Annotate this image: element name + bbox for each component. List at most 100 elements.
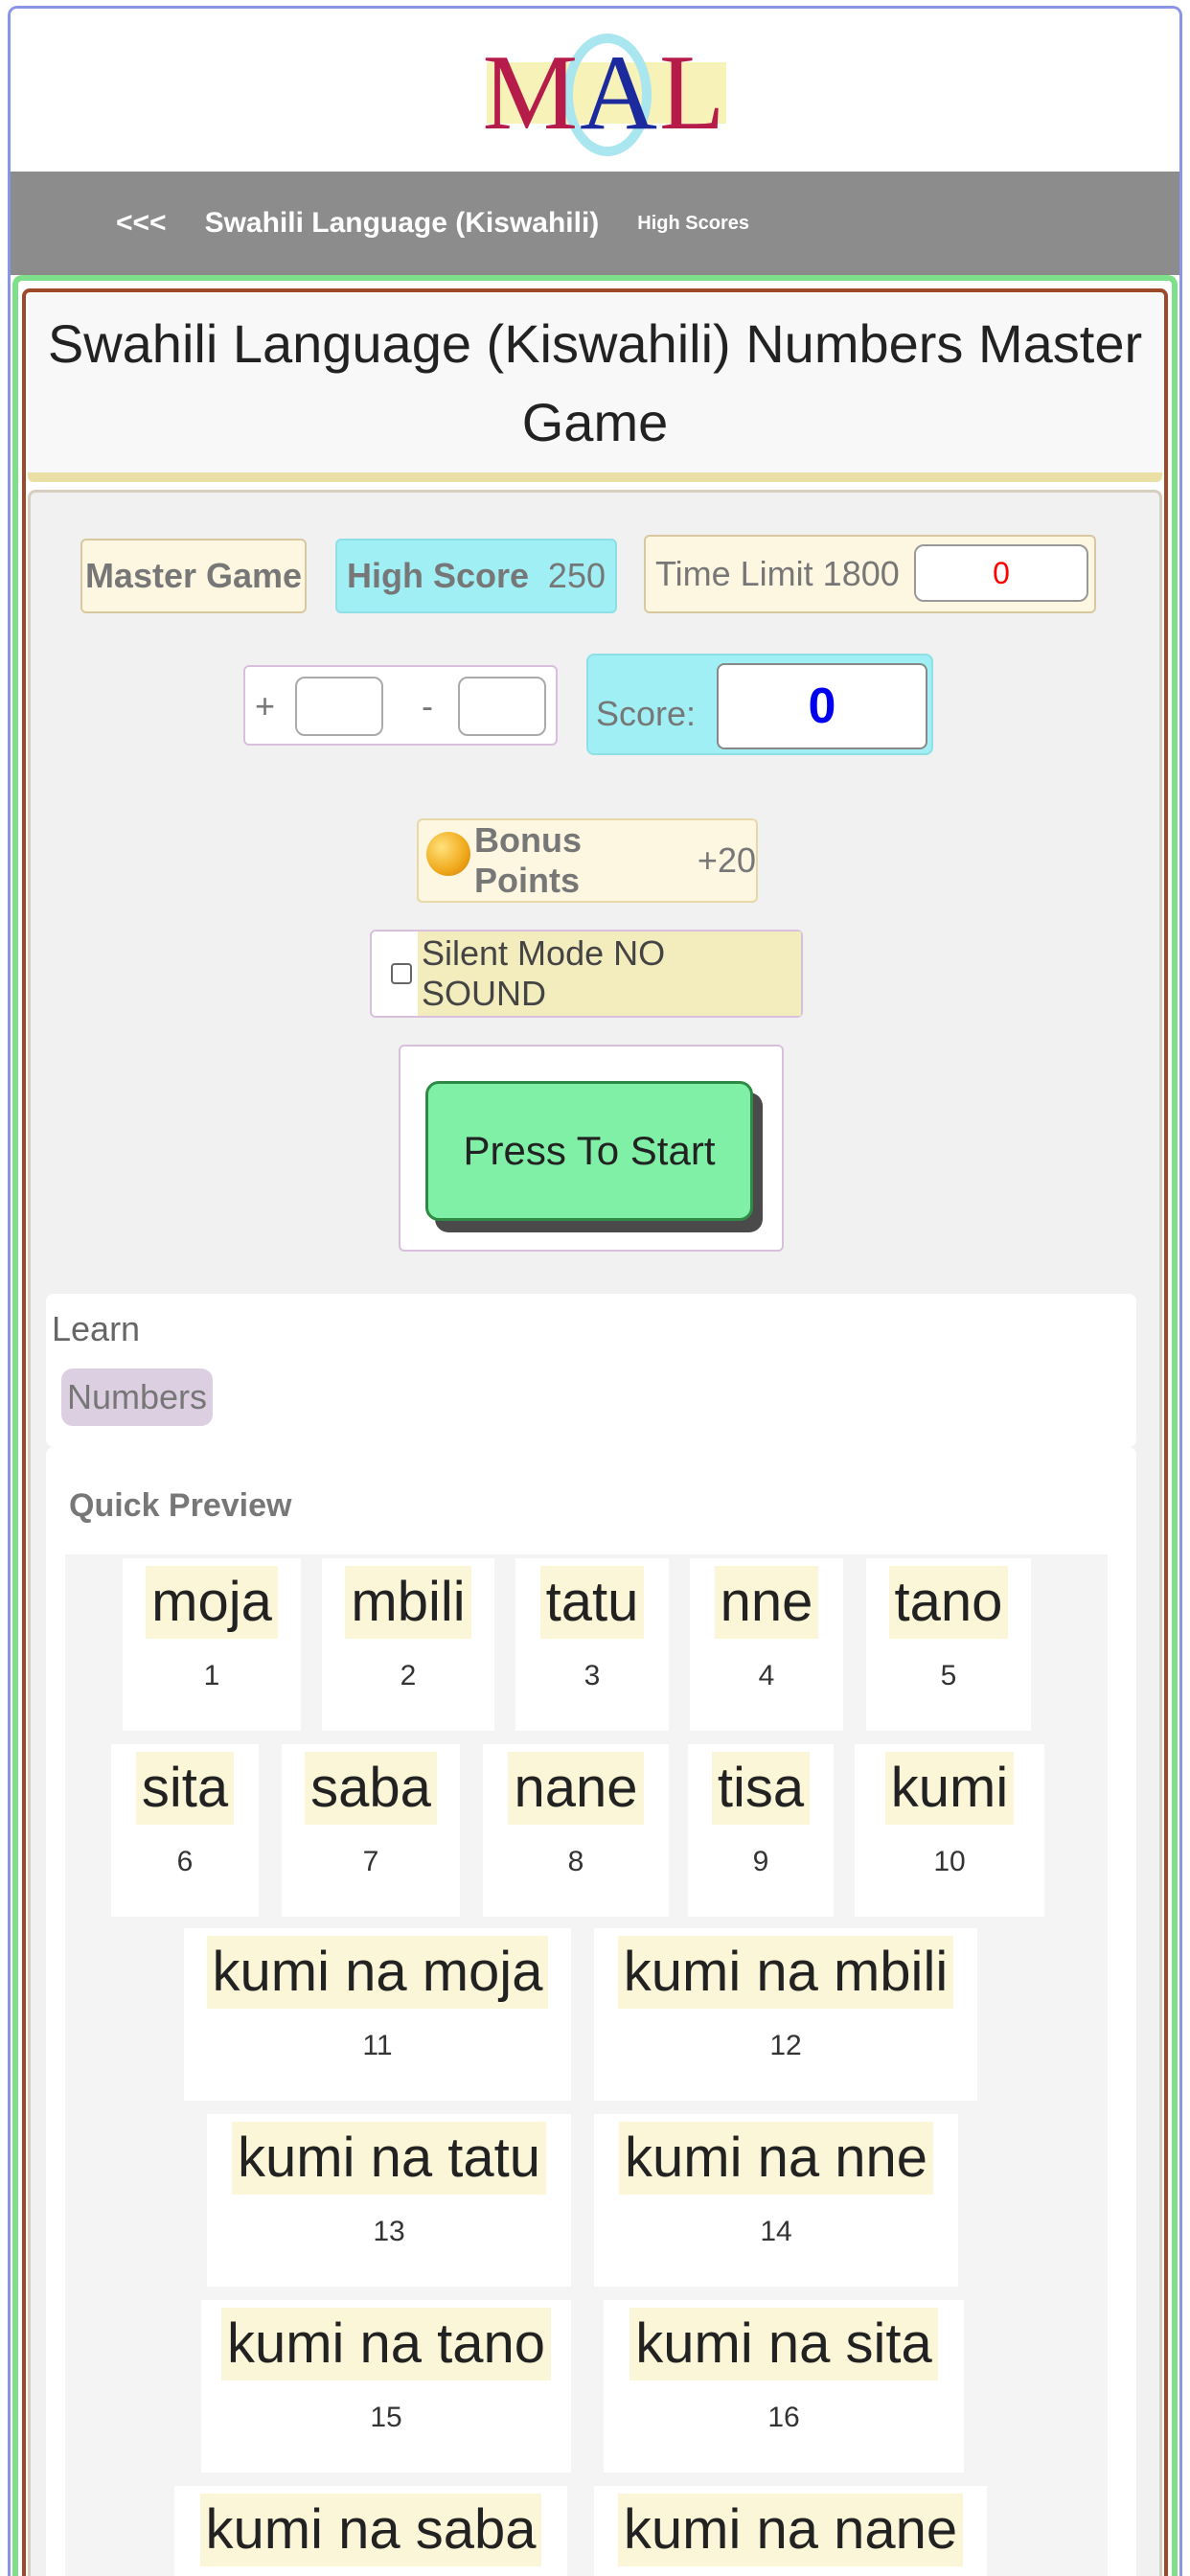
card-word: tatu [539, 1566, 645, 1639]
number-card-9[interactable]: tisa 9 [688, 1744, 834, 1917]
bonus-value: +20 [697, 840, 756, 880]
bonus-label: Bonus Points [474, 820, 582, 900]
card-word: kumi na tatu [232, 2122, 546, 2195]
minus-count-field [458, 677, 546, 736]
number-card-11[interactable]: kumi na moja 11 [184, 1928, 571, 2101]
start-button[interactable]: Press To Start [425, 1081, 753, 1221]
number-card-3[interactable]: tatu 3 [515, 1558, 669, 1731]
number-card-2[interactable]: mbili 2 [322, 1558, 494, 1731]
card-number: 11 [362, 2030, 393, 2061]
high-score-value: 250 [547, 556, 606, 595]
plus-symbol: + [255, 686, 276, 725]
number-card-14[interactable]: kumi na nne 14 [594, 2114, 958, 2287]
card-word: sita [135, 1752, 235, 1825]
card-word: saba [305, 1752, 437, 1825]
game-container-inner: Swahili Language (Kiswahili) Numbers Mas… [22, 288, 1168, 2576]
card-word: kumi na moja [206, 1936, 549, 2009]
learn-section: Learn Numbers [46, 1294, 1136, 1447]
breadcrumb-language[interactable]: Swahili Language (Kiswahili) [205, 207, 600, 240]
time-value: 0 [993, 555, 1010, 590]
time-limit-label: Time Limit 1800 [655, 554, 900, 593]
card-word: kumi [884, 1752, 1015, 1825]
silent-mode-checkbox[interactable] [391, 963, 412, 984]
card-number: 3 [584, 1660, 601, 1691]
card-number: 6 [176, 1846, 194, 1877]
minus-symbol: - [422, 686, 433, 725]
number-card-17[interactable]: kumi na saba [174, 2486, 567, 2576]
high-score-badge: High Score 250 [335, 539, 617, 613]
card-word: moja [146, 1566, 278, 1639]
number-card-5[interactable]: tano 5 [866, 1558, 1031, 1731]
number-card-8[interactable]: nane 8 [483, 1744, 669, 1917]
card-number: 8 [567, 1846, 584, 1877]
plus-count-field [295, 677, 383, 736]
start-button-label: Press To Start [463, 1128, 716, 1173]
start-panel: Press To Start [399, 1045, 784, 1252]
mode-badge: Master Game [80, 539, 307, 613]
silent-mode-label[interactable]: Silent Mode NO SOUND [418, 932, 801, 1016]
game-container-outer: Swahili Language (Kiswahili) Numbers Mas… [12, 275, 1178, 2576]
number-card-18[interactable]: kumi na nane [594, 2486, 987, 2576]
title-panel: Swahili Language (Kiswahili) Numbers Mas… [28, 294, 1162, 482]
back-link[interactable]: <<< [116, 207, 167, 240]
time-limit-badge: Time Limit 1800 0 [644, 535, 1096, 613]
time-display: 0 [914, 544, 1088, 602]
card-number: 13 [373, 2216, 405, 2247]
number-card-1[interactable]: moja 1 [123, 1558, 301, 1731]
score-panel: Score: 0 [586, 654, 933, 755]
card-number: 5 [940, 1660, 957, 1691]
card-word: kumi na saba [199, 2494, 542, 2566]
score-display: 0 [717, 663, 927, 749]
card-word: kumi na sita [629, 2308, 938, 2380]
number-card-13[interactable]: kumi na tatu 13 [207, 2114, 571, 2287]
page-title: Swahili Language (Kiswahili) Numbers Mas… [47, 313, 1143, 452]
silent-mode-toggle[interactable]: Silent Mode NO SOUND [370, 930, 803, 1018]
logo-letter-l: L [659, 34, 727, 152]
card-word: tisa [711, 1752, 811, 1825]
number-card-15[interactable]: kumi na tano 15 [201, 2300, 571, 2472]
card-number: 10 [933, 1846, 966, 1877]
app-frame: MAL <<< Swahili Language (Kiswahili) Hig… [8, 6, 1182, 2576]
number-card-10[interactable]: kumi 10 [855, 1744, 1044, 1917]
bonus-points-badge: Bonus Points +20 [417, 818, 758, 903]
logo-letters: MAL [475, 39, 734, 147]
high-score-label: High Score [347, 556, 530, 595]
card-word: kumi na nane [617, 2494, 964, 2566]
card-number: 12 [769, 2030, 802, 2061]
site-header: MAL [11, 9, 1179, 172]
quick-preview-section: Quick Preview moja 1 mbili 2 tatu 3 nne … [46, 1447, 1136, 2576]
number-card-4[interactable]: nne 4 [690, 1558, 843, 1731]
game-panel: Master Game High Score 250 Time Limit 18… [28, 490, 1162, 2576]
number-card-7[interactable]: saba 7 [282, 1744, 460, 1917]
high-scores-link[interactable]: High Scores [637, 213, 749, 235]
preview-grid: moja 1 mbili 2 tatu 3 nne 4 tano 5 sita … [65, 1554, 1108, 2576]
learn-label: Learn [52, 1309, 141, 1348]
number-card-16[interactable]: kumi na sita 16 [604, 2300, 964, 2472]
card-number: 9 [752, 1846, 769, 1877]
card-number: 16 [767, 2402, 800, 2433]
card-number: 7 [362, 1846, 379, 1877]
card-number: 15 [370, 2402, 402, 2433]
card-word: kumi na mbili [617, 1936, 954, 2009]
score-label: Score: [596, 694, 697, 733]
card-word: tano [888, 1566, 1009, 1639]
card-number: 4 [758, 1660, 775, 1691]
card-word: kumi na tano [220, 2308, 552, 2380]
card-number: 1 [203, 1660, 220, 1691]
card-word: mbili [345, 1566, 471, 1639]
card-word: nane [508, 1752, 644, 1825]
card-number: 14 [760, 2216, 792, 2247]
mal-logo[interactable]: MAL [475, 30, 734, 164]
quick-preview-label: Quick Preview [69, 1487, 292, 1524]
card-word: nne [714, 1566, 819, 1639]
score-value: 0 [808, 678, 836, 734]
coin-icon [426, 832, 470, 876]
card-number: 2 [400, 1660, 417, 1691]
number-card-6[interactable]: sita 6 [111, 1744, 259, 1917]
card-word: kumi na nne [619, 2122, 933, 2195]
numbers-tag[interactable]: Numbers [61, 1368, 214, 1426]
number-card-12[interactable]: kumi na mbili 12 [594, 1928, 977, 2101]
logo-letter-m: M [482, 34, 581, 152]
nav-bar: <<< Swahili Language (Kiswahili) High Sc… [11, 172, 1179, 275]
logo-letter-a: A [580, 34, 660, 152]
